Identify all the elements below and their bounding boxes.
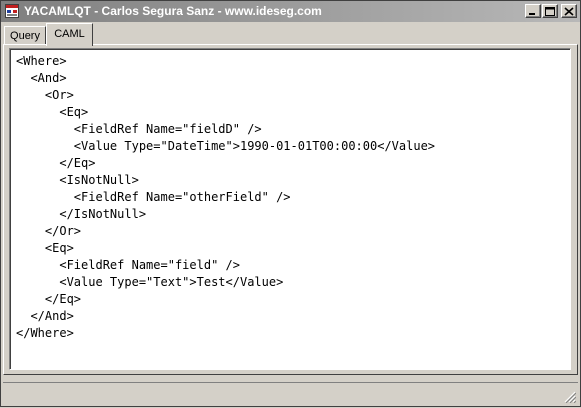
code-line: <And> — [16, 71, 67, 85]
code-line: <FieldRef Name="fieldD" /> — [16, 122, 262, 136]
tab-caml[interactable]: CAML — [46, 23, 93, 46]
caml-text[interactable]: <Where> <And> <Or> <Eq> <FieldRef Name="… — [10, 49, 570, 342]
code-line: </Where> — [16, 326, 74, 340]
title-bar[interactable]: YACAMLQT - Carlos Segura Sanz - www.ides… — [1, 1, 580, 22]
code-line: <IsNotNull> — [16, 173, 139, 187]
code-line: <Where> — [16, 54, 67, 68]
status-bar — [3, 382, 578, 404]
code-line: <Value Type="Text">Test</Value> — [16, 275, 284, 289]
tab-query[interactable]: Query — [4, 26, 46, 45]
tab-strip: Query CAML — [1, 23, 580, 46]
close-icon — [564, 7, 574, 16]
code-line: <FieldRef Name="field" /> — [16, 258, 240, 272]
code-line: <Or> — [16, 88, 74, 102]
window-title: YACAMLQT - Carlos Segura Sanz - www.ides… — [24, 4, 322, 18]
code-line: </Or> — [16, 224, 82, 238]
app-icon[interactable] — [5, 4, 19, 18]
code-line: </IsNotNull> — [16, 207, 147, 221]
code-line: </And> — [16, 309, 74, 323]
code-line: <Eq> — [16, 105, 89, 119]
maximize-button[interactable] — [542, 4, 558, 18]
minimize-icon — [529, 13, 535, 15]
size-grip-icon[interactable] — [564, 390, 577, 404]
code-line: </Eq> — [16, 156, 96, 170]
minimize-button[interactable] — [525, 4, 541, 18]
main-window: YACAMLQT - Carlos Segura Sanz - www.ides… — [0, 0, 581, 407]
code-line: <Eq> — [16, 241, 74, 255]
close-button[interactable] — [561, 4, 577, 18]
code-line: <FieldRef Name="otherField" /> — [16, 190, 291, 204]
maximize-icon — [545, 7, 555, 16]
code-line: <Value Type="DateTime">1990-01-01T00:00:… — [16, 139, 436, 153]
caml-editor[interactable]: <Where> <And> <Or> <Eq> <FieldRef Name="… — [9, 48, 571, 370]
code-line: </Eq> — [16, 292, 82, 306]
